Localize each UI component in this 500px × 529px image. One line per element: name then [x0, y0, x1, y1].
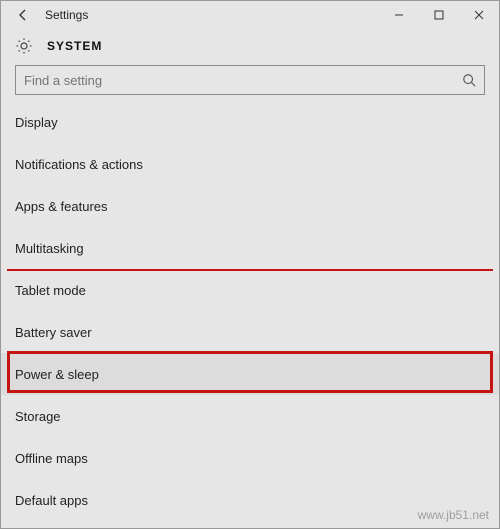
- nav-item-label: Apps & features: [15, 199, 108, 214]
- close-button[interactable]: [459, 1, 499, 29]
- search-input[interactable]: [24, 73, 462, 88]
- close-icon: [474, 10, 484, 20]
- nav-item-label: Battery saver: [15, 325, 92, 340]
- titlebar: Settings: [1, 1, 499, 29]
- back-button[interactable]: [9, 1, 37, 29]
- window-title: Settings: [45, 8, 88, 22]
- maximize-icon: [434, 10, 444, 20]
- nav-item-label: Display: [15, 115, 58, 130]
- nav-item-tablet-mode[interactable]: Tablet mode: [1, 269, 499, 311]
- minimize-icon: [394, 10, 404, 20]
- settings-nav-list: Display Notifications & actions Apps & f…: [1, 95, 499, 529]
- nav-item-label: Tablet mode: [15, 283, 86, 298]
- page-title: SYSTEM: [47, 39, 102, 53]
- minimize-button[interactable]: [379, 1, 419, 29]
- nav-item-label: Offline maps: [15, 451, 88, 466]
- nav-item-power-sleep[interactable]: Power & sleep: [1, 353, 499, 395]
- nav-item-label: Power & sleep: [15, 367, 99, 382]
- nav-item-apps[interactable]: Apps & features: [1, 185, 499, 227]
- search-icon: [462, 73, 476, 87]
- nav-item-offline-maps[interactable]: Offline maps: [1, 437, 499, 479]
- window-controls: [379, 1, 499, 29]
- gear-icon: [15, 37, 33, 55]
- nav-item-label: Storage: [15, 409, 61, 424]
- nav-item-label: Notifications & actions: [15, 157, 143, 172]
- page-heading-row: SYSTEM: [1, 29, 499, 65]
- nav-item-battery-saver[interactable]: Battery saver: [1, 311, 499, 353]
- nav-item-storage[interactable]: Storage: [1, 395, 499, 437]
- search-box[interactable]: [15, 65, 485, 95]
- nav-item-label: Multitasking: [15, 241, 84, 256]
- nav-item-notifications[interactable]: Notifications & actions: [1, 143, 499, 185]
- nav-item-display[interactable]: Display: [1, 101, 499, 143]
- maximize-button[interactable]: [419, 1, 459, 29]
- nav-item-label: Default apps: [15, 493, 88, 508]
- arrow-left-icon: [16, 8, 30, 22]
- nav-item-default-apps[interactable]: Default apps: [1, 479, 499, 521]
- nav-item-multitasking[interactable]: Multitasking: [1, 227, 499, 269]
- nav-item-about[interactable]: About: [1, 521, 499, 529]
